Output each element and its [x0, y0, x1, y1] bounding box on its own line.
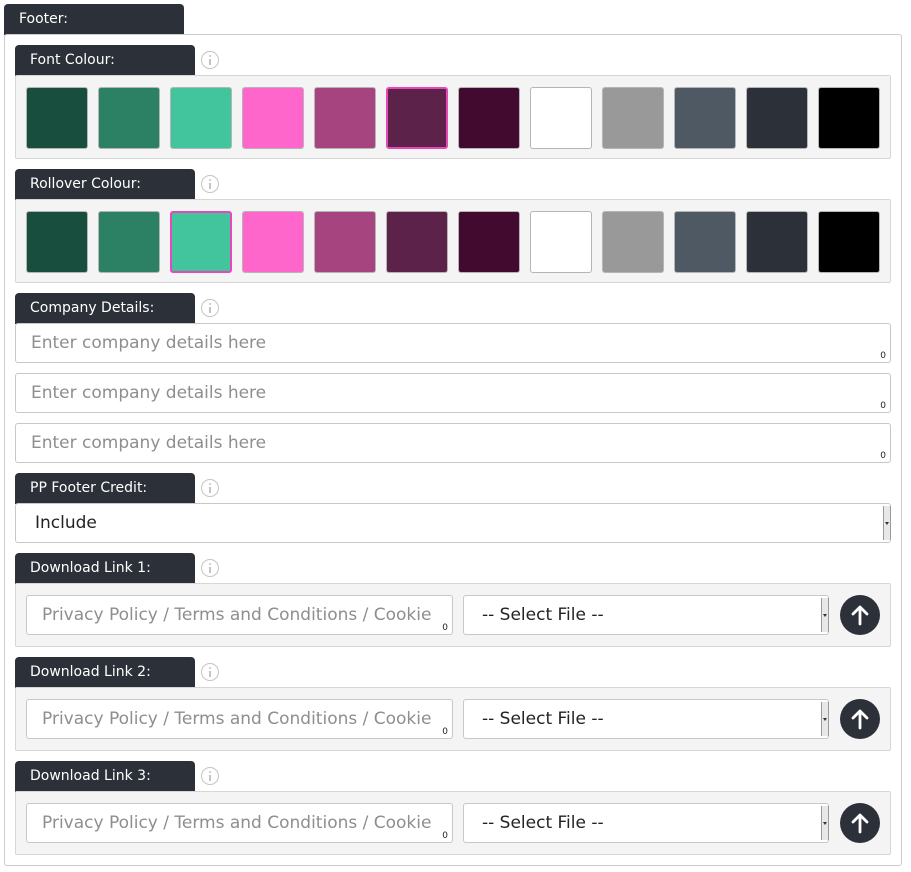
pp-footer-credit-value: Include — [35, 513, 97, 533]
download-link-3-box: Privacy Policy / Terms and Conditions / … — [15, 791, 891, 855]
company-details-info-icon[interactable] — [201, 299, 219, 317]
download-link-2-file-select-arrow[interactable] — [821, 702, 829, 736]
font-colour-label-tab: Font Colour: — [15, 45, 195, 76]
rollover-colour-swatch-11[interactable] — [746, 211, 808, 273]
download-link-2-counter: 0 — [442, 727, 448, 737]
company-details-field-3-counter: 0 — [880, 451, 886, 461]
download-link-3-file-select[interactable]: -- Select File -- — [463, 803, 829, 843]
font-colour-swatch-8[interactable] — [530, 87, 592, 149]
font-colour-swatch-3[interactable] — [170, 87, 232, 149]
download-link-1-file-select[interactable]: -- Select File -- — [463, 595, 829, 635]
download-link-3-counter: 0 — [442, 831, 448, 841]
rollover-colour-info-icon[interactable] — [201, 175, 219, 193]
company-details-field-2[interactable]: Enter company details here 0 — [15, 373, 891, 413]
rollover-colour-swatch-5[interactable] — [314, 211, 376, 273]
pp-footer-credit-label: PP Footer Credit: — [30, 480, 148, 496]
company-details-field-3[interactable]: Enter company details here 0 — [15, 423, 891, 463]
download-link-3-placeholder: Privacy Policy / Terms and Conditions / … — [42, 813, 436, 833]
footer-section-title: Footer: — [19, 11, 69, 27]
company-details-label: Company Details: — [30, 300, 155, 316]
rollover-colour-swatch-9[interactable] — [602, 211, 664, 273]
download-link-1-label: Download Link 1: — [30, 560, 151, 576]
download-link-1-file-value: -- Select File -- — [482, 605, 604, 625]
font-colour-swatch-1[interactable] — [26, 87, 88, 149]
company-details-field-2-counter: 0 — [880, 401, 886, 411]
font-colour-swatch-11[interactable] — [746, 87, 808, 149]
download-link-2-placeholder: Privacy Policy / Terms and Conditions / … — [42, 709, 436, 729]
download-link-1-box: Privacy Policy / Terms and Conditions / … — [15, 583, 891, 647]
download-link-2-box: Privacy Policy / Terms and Conditions / … — [15, 687, 891, 751]
download-link-1-counter: 0 — [442, 623, 448, 633]
download-link-2-file-value: -- Select File -- — [482, 709, 604, 729]
download-link-1-placeholder: Privacy Policy / Terms and Conditions / … — [42, 605, 436, 625]
pp-footer-credit-select[interactable]: Include — [15, 503, 891, 543]
font-colour-swatch-7[interactable] — [458, 87, 520, 149]
font-colour-label: Font Colour: — [30, 52, 115, 68]
rollover-colour-swatch-4[interactable] — [242, 211, 304, 273]
arrow-up-icon — [851, 605, 869, 626]
font-colour-swatch-6[interactable] — [386, 87, 448, 149]
footer-section-tab: Footer: — [4, 4, 184, 35]
download-link-1-title-input[interactable]: Privacy Policy / Terms and Conditions / … — [26, 595, 453, 635]
download-link-1-file-select-arrow[interactable] — [821, 598, 829, 632]
download-link-2-label: Download Link 2: — [30, 664, 151, 680]
download-link-3-file-select-arrow[interactable] — [821, 806, 829, 840]
company-details-field-1-placeholder: Enter company details here — [31, 333, 267, 353]
font-colour-swatch-9[interactable] — [602, 87, 664, 149]
rollover-colour-swatch-7[interactable] — [458, 211, 520, 273]
rollover-colour-swatch-1[interactable] — [26, 211, 88, 273]
company-details-field-1[interactable]: Enter company details here 0 — [15, 323, 891, 363]
download-link-3-info-icon[interactable] — [201, 767, 219, 785]
rollover-colour-swatch-8[interactable] — [530, 211, 592, 273]
rollover-colour-swatch-2[interactable] — [98, 211, 160, 273]
rollover-colour-swatch-12[interactable] — [818, 211, 880, 273]
pp-footer-credit-select-arrow[interactable] — [883, 506, 891, 540]
rollover-colour-label-tab: Rollover Colour: — [15, 169, 195, 200]
font-colour-swatch-2[interactable] — [98, 87, 160, 149]
download-link-3-label: Download Link 3: — [30, 768, 151, 784]
font-colour-swatch-5[interactable] — [314, 87, 376, 149]
download-link-3-upload-button[interactable] — [840, 803, 880, 843]
download-link-3-label-tab: Download Link 3: — [15, 761, 195, 792]
company-details-field-2-placeholder: Enter company details here — [31, 383, 267, 403]
company-details-field-3-placeholder: Enter company details here — [31, 433, 267, 453]
download-link-2-upload-button[interactable] — [840, 699, 880, 739]
download-link-2-file-select[interactable]: -- Select File -- — [463, 699, 829, 739]
rollover-colour-swatches — [15, 199, 891, 283]
download-link-2-label-tab: Download Link 2: — [15, 657, 195, 688]
pp-footer-credit-label-tab: PP Footer Credit: — [15, 473, 195, 504]
download-link-3-title-input[interactable]: Privacy Policy / Terms and Conditions / … — [26, 803, 453, 843]
download-link-1-info-icon[interactable] — [201, 559, 219, 577]
font-colour-info-icon[interactable] — [201, 51, 219, 69]
company-details-field-1-counter: 0 — [880, 351, 886, 361]
rollover-colour-label: Rollover Colour: — [30, 176, 142, 192]
rollover-colour-swatch-6[interactable] — [386, 211, 448, 273]
font-colour-swatch-12[interactable] — [818, 87, 880, 149]
download-link-1-upload-button[interactable] — [840, 595, 880, 635]
rollover-colour-swatch-3[interactable] — [170, 211, 232, 273]
font-colour-swatch-10[interactable] — [674, 87, 736, 149]
arrow-up-icon — [851, 709, 869, 730]
download-link-2-title-input[interactable]: Privacy Policy / Terms and Conditions / … — [26, 699, 453, 739]
download-link-1-label-tab: Download Link 1: — [15, 553, 195, 584]
font-colour-swatch-4[interactable] — [242, 87, 304, 149]
company-details-label-tab: Company Details: — [15, 293, 195, 324]
font-colour-swatches — [15, 75, 891, 159]
pp-footer-credit-info-icon[interactable] — [201, 479, 219, 497]
rollover-colour-swatch-10[interactable] — [674, 211, 736, 273]
download-link-2-info-icon[interactable] — [201, 663, 219, 681]
download-link-3-file-value: -- Select File -- — [482, 813, 604, 833]
arrow-up-icon — [851, 813, 869, 834]
